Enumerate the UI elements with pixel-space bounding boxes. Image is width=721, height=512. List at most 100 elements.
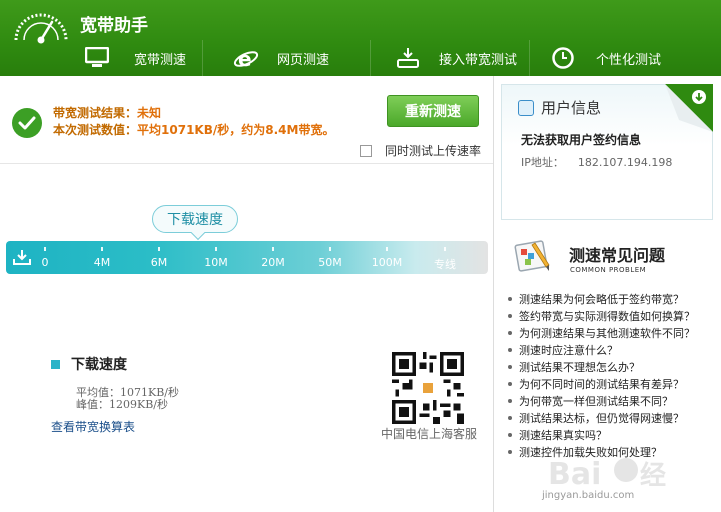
bullet-icon [508,347,512,352]
baidu-watermark-icon: Bai 经 [548,457,666,492]
qr-caption: 中国电信上海客服 [381,427,478,441]
app-title: 宽带助手 [80,16,148,36]
nav-web-speed-test[interactable]: e 网页测速 [203,40,370,76]
bullet-icon [508,313,512,318]
upload-test-checkbox[interactable] [360,144,372,157]
nav-label: 网页测速 [277,52,330,68]
scale-tick-mark [215,247,217,251]
faq-item-label: 为何带宽一样但测试结果不同？ [519,394,673,408]
faq-item-label: 为何不同时间的测试结果有差异？ [519,377,684,391]
bullet-icon [508,449,512,454]
user-info-title: 用户信息 [541,99,602,117]
bullet-icon [508,296,512,301]
faq-item[interactable]: 测速结果为何会略低于签约带宽？ [508,290,695,307]
ie-icon: e [231,45,261,71]
upload-test-option: 同时测试上传速率 [360,142,481,159]
faq-item-label: 测试结果达标，但仍觉得网速慢？ [519,411,684,425]
check-icon [12,108,42,138]
qr-code-icon [392,352,464,424]
nav-broadband-speed-test[interactable]: 宽带测速 [70,40,202,76]
faq-item[interactable]: 为何不同时间的测试结果有差异？ [508,375,695,392]
nav-access-bandwidth-test[interactable]: 接入带宽测试 [371,40,529,76]
main-nav: 宽带测速 e 网页测速 接入带宽测试 个性化测试 [70,40,670,76]
result-label: 带宽测试结果： [53,106,138,120]
result-value: 未知 [137,106,162,120]
faq-illustration-icon [514,240,550,272]
clock-icon [548,45,578,71]
speed-meter-area: 下载速度 0 4M 6M 10M 20M 50M 100M 专线 [0,165,493,325]
faq-item[interactable]: 测速时应注意什么？ [508,341,695,358]
scale-tick-label: 50M [318,256,342,269]
user-info-icon [518,99,534,116]
bullet-icon [508,381,512,386]
scale-tick-mark [44,247,46,251]
faq-title: 测速常见问题 [569,246,666,265]
square-bullet-icon [51,359,60,369]
watermark-text: jingyan.baidu.com [542,490,635,501]
result-label: 本次测试数值： [53,123,138,137]
download-stats-title: 下载速度 [71,357,127,373]
svg-text:经: 经 [640,460,666,491]
faq-list: 测速结果为何会略低于签约带宽？ 签约带宽与实际测得数值如何换算？ 为何测速结果与其他… [508,290,695,460]
download-icon [13,250,31,265]
nav-custom-test[interactable]: 个性化测试 [530,40,670,76]
speedometer-logo-icon [14,13,68,44]
faq-item[interactable]: 签约带宽与实际测得数值如何换算？ [508,307,695,324]
scale-tick-label: 0 [41,256,49,269]
scale-tick-mark [272,247,274,251]
faq-header: 测速常见问题 COMMON PROBLEM [513,237,713,283]
faq-subtitle: COMMON PROBLEM [570,266,647,274]
bullet-icon [508,398,512,403]
user-info-card: 用户信息 无法获取用户签约信息 IP地址： 182.107.194.198 [501,84,713,220]
scale-tick-mark [386,247,388,251]
download-stats: 下载速度 平均值：1071KB/秒 峰值：1209KB/秒 [51,354,179,411]
scale-tick-label: 100M [371,256,403,269]
page-fold-download-icon[interactable] [665,84,713,132]
faq-item-label: 测速结果为何会略低于签约带宽？ [519,292,684,306]
test-result-panel: 带宽测试结果：未知 本次测试数值：平均1071KB/秒，约为8.4M带宽。 重新… [0,76,493,164]
ip-address-row: IP地址： 182.107.194.198 [521,154,672,170]
user-info-header: 用户信息 [518,97,601,118]
faq-item[interactable]: 测试结果不理想怎么办？ [508,358,695,375]
result-line-bandwidth: 带宽测试结果：未知 [53,104,161,121]
scale-tick-mark [329,247,331,251]
faq-item[interactable]: 为何带宽一样但测试结果不同？ [508,392,695,409]
retest-button[interactable]: 重新测速 [387,95,479,127]
speed-scale-bar: 0 4M 6M 10M 20M 50M 100M 专线 [6,241,488,274]
ip-label: IP地址： [521,156,564,169]
bullet-icon [508,432,512,437]
bullet-icon [508,330,512,335]
svg-text:Bai: Bai [548,457,601,492]
scale-tick-label: 专线 [434,258,456,271]
scale-tick-mark [444,247,446,251]
monitor-icon [82,45,112,71]
peak-speed: 峰值：1209KB/秒 [76,398,169,411]
scale-tick-label: 10M [204,256,228,269]
download-stats-title-row: 下载速度 [51,354,127,374]
nav-label: 接入带宽测试 [439,52,518,68]
bullet-icon [508,364,512,369]
scale-tick-label: 6M [150,256,168,269]
scale-tick-label: 20M [261,256,285,269]
download-speed-bubble: 下载速度 [152,205,238,233]
upload-test-label: 同时测试上传速率 [385,144,482,158]
faq-item[interactable]: 为何测速结果与其他测速软件不同？ [508,324,695,341]
faq-item-label: 测速时应注意什么？ [519,343,618,357]
scale-tick-mark [158,247,160,251]
bullet-icon [508,415,512,420]
faq-item-label: 为何测速结果与其他测速软件不同？ [519,326,695,340]
faq-item[interactable]: 测试结果达标，但仍觉得网速慢？ [508,409,695,426]
scale-tick-mark [101,247,103,251]
faq-item-label: 签约带宽与实际测得数值如何换算？ [519,309,695,323]
nav-label: 个性化测试 [596,52,662,68]
result-line-value: 本次测试数值：平均1071KB/秒，约为8.4M带宽。 [53,121,334,138]
router-icon [393,45,423,71]
app-header: 宽带助手 宽带测速 e 网页测速 接入带宽测试 个性化测试 [0,0,721,76]
result-value: 平均1071KB/秒，约为8.4M带宽。 [137,123,335,137]
faq-item-label: 测试结果不理想怎么办？ [519,360,640,374]
bandwidth-conversion-link[interactable]: 查看带宽换算表 [51,418,135,435]
scale-tick-label: 4M [93,256,111,269]
nav-label: 宽带测速 [134,52,187,68]
user-info-message: 无法获取用户签约信息 [521,133,642,147]
ip-value: 182.107.194.198 [577,156,673,169]
